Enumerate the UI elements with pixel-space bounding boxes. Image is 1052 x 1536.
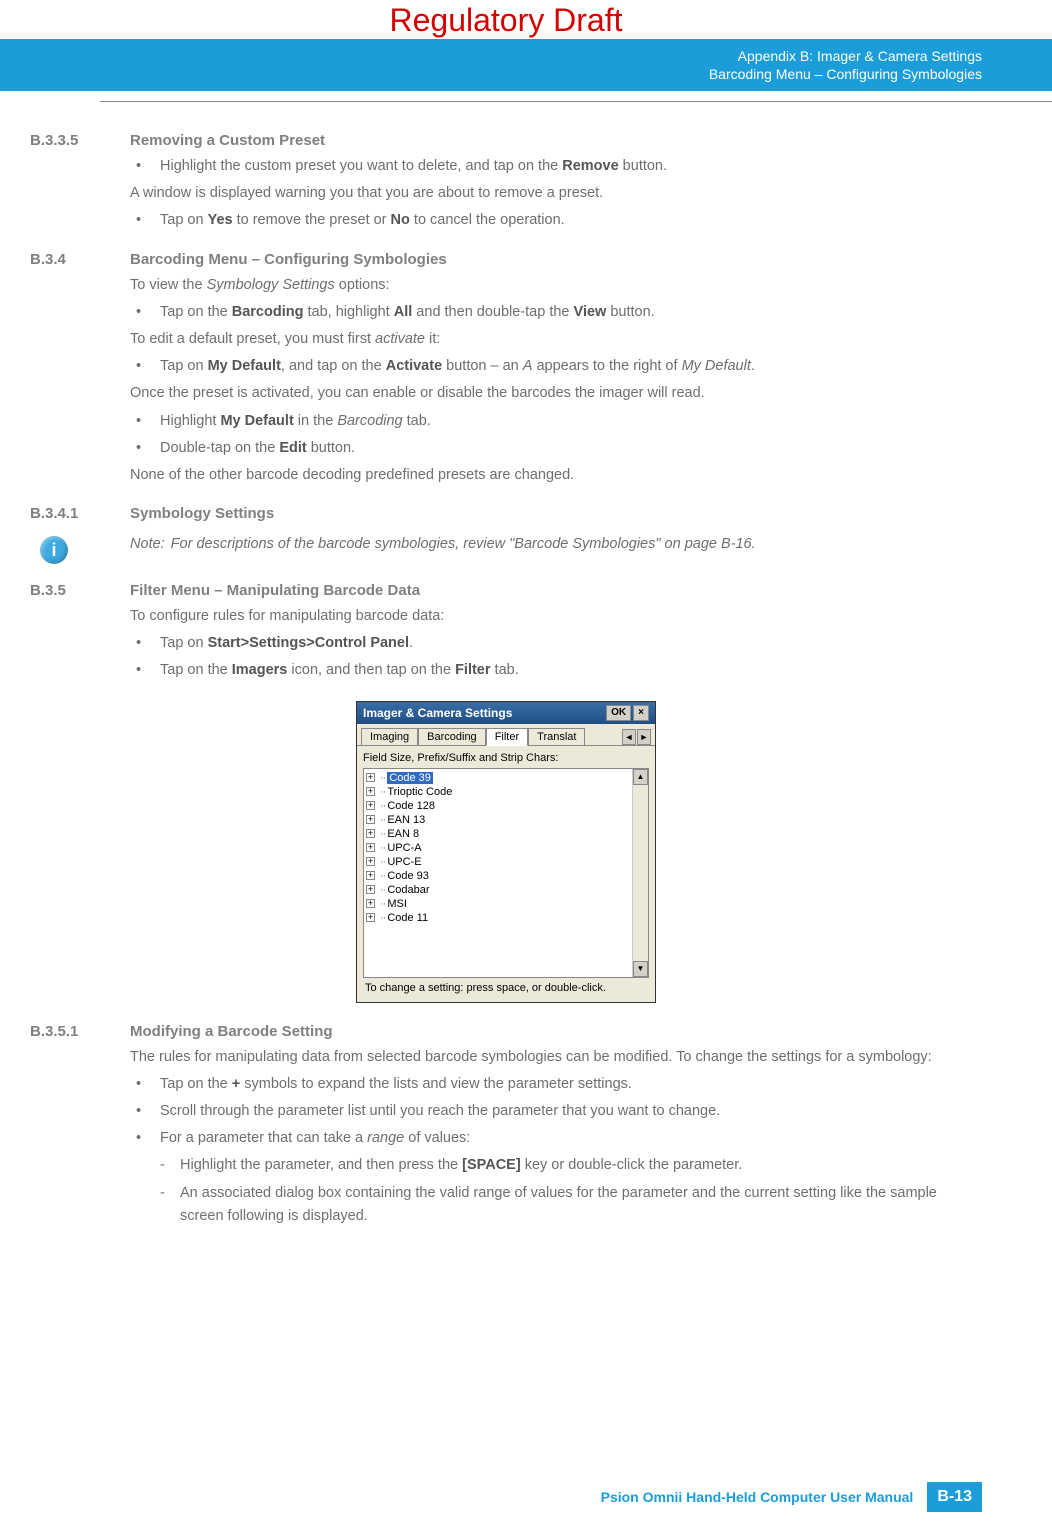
tab-scroll-right-icon[interactable]: ► [637,729,651,745]
note-text: For descriptions of the barcode symbolog… [171,536,756,552]
section-body: To view the Symbology Settings options: … [130,274,982,488]
hint-text: To change a setting: press space, or dou… [363,978,649,996]
expand-icon[interactable]: + [366,787,375,796]
expand-icon[interactable]: + [366,815,375,824]
expand-icon[interactable]: + [366,857,375,866]
window-title: Imager & Camera Settings [363,706,512,720]
expand-icon[interactable]: + [366,829,375,838]
header-divider [100,101,1052,102]
footer-text: Psion Omnii Hand-Held Computer User Manu… [601,1489,914,1505]
tab-bar: Imaging Barcoding Filter Translat ◄ ► [357,724,655,745]
tab-filter[interactable]: Filter [486,728,528,746]
tab-barcoding[interactable]: Barcoding [418,728,486,745]
info-icon: i [40,536,68,564]
section-b35: B.3.5 Filter Menu – Manipulating Barcode… [30,582,982,599]
section-b351: B.3.5.1 Modifying a Barcode Setting [30,1023,982,1040]
section-number: B.3.5.1 [30,1023,130,1040]
note-label: Note: [130,536,165,552]
section-number: B.3.4.1 [30,505,130,522]
section-title: Symbology Settings [130,505,274,522]
expand-icon[interactable]: + [366,871,375,880]
close-button[interactable]: × [633,705,649,721]
scroll-down-icon[interactable]: ▼ [633,961,648,977]
section-body: To configure rules for manipulating barc… [130,605,982,683]
watermark: Regulatory Draft [30,0,982,39]
scroll-up-icon[interactable]: ▲ [633,769,648,785]
ok-button[interactable]: OK [606,705,631,721]
window-titlebar: Imager & Camera Settings OK × [357,702,655,724]
symbology-list[interactable]: +··Code 39+··Trioptic Code+··Code 128+··… [363,768,649,978]
section-title: Modifying a Barcode Setting [130,1023,333,1040]
expand-icon[interactable]: + [366,843,375,852]
expand-icon[interactable]: + [366,773,375,782]
page-number: B-13 [927,1482,982,1512]
embedded-screenshot: Imager & Camera Settings OK × Imaging Ba… [356,701,656,1003]
tab-scroll-left-icon[interactable]: ◄ [622,729,636,745]
list-item[interactable]: +··Code 128 [366,799,646,813]
section-title: Removing a Custom Preset [130,132,325,149]
section-number: B.3.5 [30,582,130,599]
header-bar: Appendix B: Imager & Camera Settings Bar… [0,39,1052,91]
tab-translations[interactable]: Translat [528,728,585,745]
scrollbar[interactable]: ▲ ▼ [632,769,648,977]
section-title: Barcoding Menu – Configuring Symbologies [130,251,447,268]
list-item[interactable]: +··UPC-A [366,841,646,855]
list-item[interactable]: +··EAN 13 [366,813,646,827]
tab-imaging[interactable]: Imaging [361,728,418,745]
note-block: i Note: For descriptions of the barcode s… [40,536,982,564]
list-item[interactable]: +··MSI [366,897,646,911]
list-item[interactable]: +··EAN 8 [366,827,646,841]
list-item[interactable]: +··Code 93 [366,869,646,883]
list-item[interactable]: +··Trioptic Code [366,785,646,799]
list-item[interactable]: +··Code 11 [366,911,646,925]
header-line-1: Appendix B: Imager & Camera Settings [738,47,982,65]
section-b335: B.3.3.5 Removing a Custom Preset [30,132,982,149]
panel-label: Field Size, Prefix/Suffix and Strip Char… [363,752,649,764]
page-footer: Psion Omnii Hand-Held Computer User Manu… [601,1482,982,1512]
section-b341: B.3.4.1 Symbology Settings [30,505,982,522]
section-title: Filter Menu – Manipulating Barcode Data [130,582,420,599]
filter-panel: Field Size, Prefix/Suffix and Strip Char… [357,745,655,1002]
list-item[interactable]: +··Code 39 [366,771,646,785]
list-item[interactable]: +··UPC-E [366,855,646,869]
section-body: The rules for manipulating data from sel… [130,1046,982,1228]
expand-icon[interactable]: + [366,801,375,810]
section-number: B.3.4 [30,251,130,268]
header-line-2: Barcoding Menu – Configuring Symbologies [709,65,982,83]
section-body: •Highlight the custom preset you want to… [130,155,982,233]
section-b34: B.3.4 Barcoding Menu – Configuring Symbo… [30,251,982,268]
list-item[interactable]: +··Codabar [366,883,646,897]
expand-icon[interactable]: + [366,899,375,908]
expand-icon[interactable]: + [366,913,375,922]
expand-icon[interactable]: + [366,885,375,894]
section-number: B.3.3.5 [30,132,130,149]
